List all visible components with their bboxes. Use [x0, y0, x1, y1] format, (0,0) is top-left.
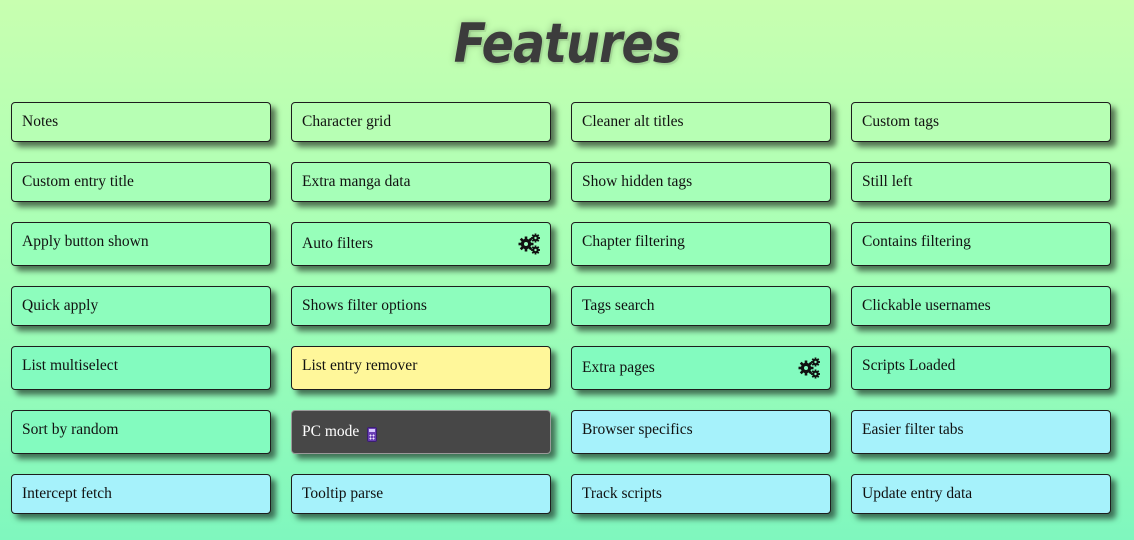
- feature-auto-filters[interactable]: Auto filters: [291, 222, 551, 266]
- feature-notes[interactable]: Notes: [11, 102, 271, 142]
- feature-quick-apply[interactable]: Quick apply: [11, 286, 271, 326]
- feature-list-entry-remover[interactable]: List entry remover: [291, 346, 551, 390]
- gears-icon[interactable]: [517, 232, 541, 256]
- feature-intercept-fetch[interactable]: Intercept fetch: [11, 474, 271, 514]
- feature-extra-pages[interactable]: Extra pages: [571, 346, 831, 390]
- feature-character-grid[interactable]: Character grid: [291, 102, 551, 142]
- feature-label: PC mode: [302, 423, 360, 440]
- feature-cleaner-alt-titles[interactable]: Cleaner alt titles: [571, 102, 831, 142]
- feature-custom-entry-title[interactable]: Custom entry title: [11, 162, 271, 202]
- feature-extra-manga-data[interactable]: Extra manga data: [291, 162, 551, 202]
- feature-list-multiselect[interactable]: List multiselect: [11, 346, 271, 390]
- features-grid: Notes Character grid Cleaner alt titles …: [11, 102, 1111, 514]
- feature-tags-search[interactable]: Tags search: [571, 286, 831, 326]
- feature-contains-filtering[interactable]: Contains filtering: [851, 222, 1111, 266]
- feature-clickable-usernames[interactable]: Clickable usernames: [851, 286, 1111, 326]
- gears-icon[interactable]: [797, 356, 821, 380]
- feature-show-hidden-tags[interactable]: Show hidden tags: [571, 162, 831, 202]
- feature-label: Extra pages: [582, 359, 655, 376]
- feature-browser-specifics[interactable]: Browser specifics: [571, 410, 831, 454]
- feature-shows-filter-options[interactable]: Shows filter options: [291, 286, 551, 326]
- feature-scripts-loaded[interactable]: Scripts Loaded: [851, 346, 1111, 390]
- feature-label: Auto filters: [302, 235, 374, 252]
- feature-update-entry-data[interactable]: Update entry data: [851, 474, 1111, 514]
- feature-track-scripts[interactable]: Track scripts: [571, 474, 831, 514]
- feature-pc-mode[interactable]: PC mode: [291, 410, 551, 454]
- feature-easier-filter-tabs[interactable]: Easier filter tabs: [851, 410, 1111, 454]
- page-title: Features: [453, 12, 681, 75]
- feature-apply-button-shown[interactable]: Apply button shown: [11, 222, 271, 266]
- calculator-icon: [367, 426, 378, 442]
- feature-chapter-filtering[interactable]: Chapter filtering: [571, 222, 831, 266]
- feature-custom-tags[interactable]: Custom tags: [851, 102, 1111, 142]
- feature-sort-by-random[interactable]: Sort by random: [11, 410, 271, 454]
- feature-tooltip-parse[interactable]: Tooltip parse: [291, 474, 551, 514]
- feature-still-left[interactable]: Still left: [851, 162, 1111, 202]
